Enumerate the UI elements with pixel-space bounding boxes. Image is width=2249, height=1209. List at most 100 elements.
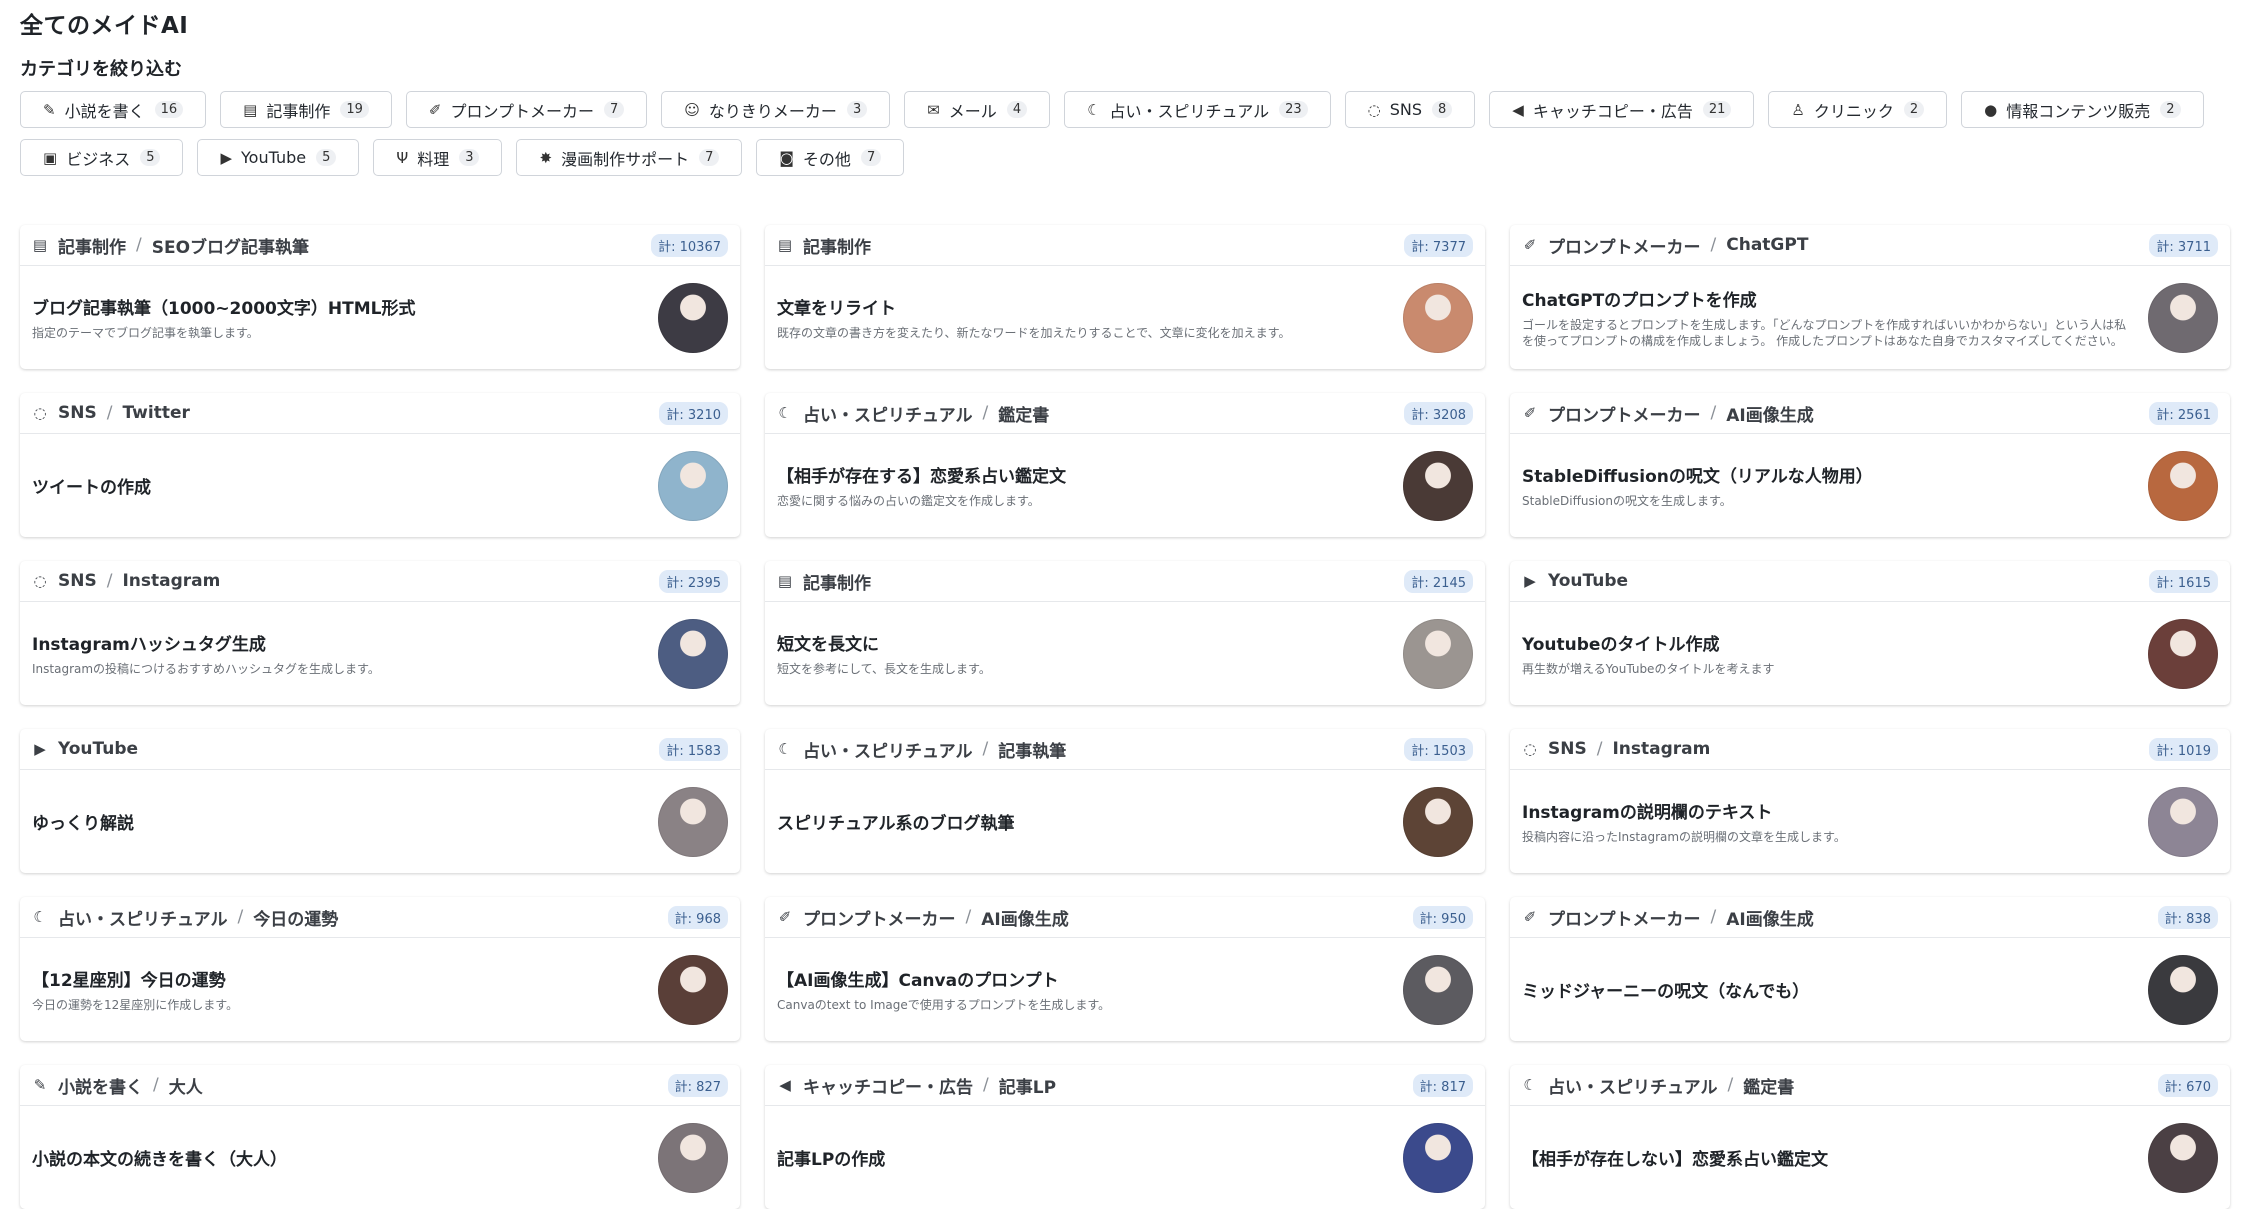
card-header: ▶ YouTube 計: 1583 — [20, 729, 740, 770]
doctor-icon: ♙ — [1791, 100, 1805, 119]
card-body: 記事LPの作成 — [765, 1106, 1485, 1209]
category-chip[interactable]: ♙ クリニック 2 — [1768, 91, 1948, 128]
maid-avatar — [1403, 786, 1473, 857]
card-header: ☾ 占い・スピリチュアル / 鑑定書 計: 3208 — [765, 393, 1485, 434]
category-separator: / — [153, 1075, 159, 1095]
youtube-icon: ▶ — [220, 148, 233, 167]
maid-ai-card[interactable]: ◌ SNS / Instagram 計: 1019 Instagramの説明欄のテキスト投… — [1510, 729, 2230, 873]
category-chip[interactable]: ☺ なりきりメーカー 3 — [661, 91, 891, 128]
category-chip-count: 3 — [459, 149, 480, 166]
maid-ai-card[interactable]: ✐ プロンプトメーカー / AI画像生成 計: 2561 StableDiffusionの… — [1510, 393, 2230, 537]
category-chip[interactable]: ◙ その他 7 — [756, 139, 905, 176]
maid-ai-card[interactable]: ✎ 小説を書く / 大人 計: 827 小説の本文の続きを書く（大人） — [20, 1065, 740, 1209]
category-separator: / — [136, 235, 142, 255]
megaphone-icon: ◀ — [779, 1076, 791, 1094]
card-header: ☾ 占い・スピリチュアル / 鑑定書 計: 670 — [1510, 1065, 2230, 1106]
maid-ai-card[interactable]: ▶ YouTube 計: 1615 Youtubeのタイトル作成 再生数が増えるYouT… — [1510, 561, 2230, 705]
category-chip-count: 2 — [2160, 101, 2181, 118]
category-chip[interactable]: ◀ キャッチコピー・広告 21 — [1489, 91, 1755, 128]
maid-ai-card[interactable]: ☾ 占い・スピリチュアル / 鑑定書 計: 3208 【相手が存在する】恋愛系占い鑑定文恋… — [765, 393, 1485, 537]
maid-ai-card[interactable]: ◌ SNS / Twitter 計: 3210 ツイートの作成 — [20, 393, 740, 537]
maid-ai-card[interactable]: ✐ プロンプトメーカー / ChatGPT 計: 3711 ChatGPTのプロンプトを作… — [1510, 225, 2230, 369]
card-header: ▤ 記事制作 計: 2145 — [765, 561, 1485, 602]
card-text: Youtubeのタイトル作成 再生数が増えるYouTubeのタイトルを考えます — [1522, 630, 2148, 677]
category-chip[interactable]: ▣ ビジネス 5 — [20, 139, 184, 176]
book-icon: ▤ — [777, 236, 793, 254]
card-subcategory: AI画像生成 — [981, 909, 1069, 930]
card-title: ゆっくり解説 — [32, 814, 134, 834]
card-text: ChatGPTのプロンプトを作成 ゴールを設定するとプロンプトを生成します。「どん… — [1522, 286, 2148, 349]
category-separator: / — [982, 739, 989, 759]
maid-avatar — [2148, 786, 2218, 857]
usage-count-badge: 計: 838 — [2157, 905, 2218, 929]
category-chip[interactable]: ▶ YouTube 5 — [197, 139, 360, 176]
maid-ai-card[interactable]: ◀ キャッチコピー・広告 / 記事LP 計: 817 記事LPの作成 — [765, 1065, 1485, 1209]
category-filter-row: ✎ 小説を書く 16 ▤ 記事制作 19 ✐ プロンプトメーカー 7 ☺ なりきりメーカー 3 … — [20, 91, 2230, 128]
book-icon: ▤ — [32, 236, 48, 254]
card-category: 占い・スピリチュアル — [1548, 1077, 1718, 1098]
maid-ai-card[interactable]: ▤ 記事制作 計: 2145 短文を長文に 短文を参考にして、長文を生成します。 — [765, 561, 1485, 705]
maid-ai-card[interactable]: ▶ YouTube 計: 1583 ゆっくり解説 — [20, 729, 740, 873]
card-description: 既存の文章の書き方を変えたり、新たなワードを加えたりすることで、文章に変化を加え… — [777, 326, 1291, 340]
card-title: 記事LPの作成 — [777, 1150, 886, 1170]
maid-ai-card[interactable]: ☾ 占い・スピリチュアル / 鑑定書 計: 670 【相手が存在しない】恋愛系占い鑑定文 — [1510, 1065, 2230, 1209]
card-header: ✎ 小説を書く / 大人 計: 827 — [20, 1065, 740, 1106]
category-chip[interactable]: ● 情報コンテンツ販売 2 — [1961, 91, 2204, 128]
category-chip[interactable]: ▤ 記事制作 19 — [220, 91, 392, 128]
speech-bubble-icon: ◌ — [1367, 100, 1381, 119]
card-text: ゆっくり解説 — [32, 809, 658, 834]
category-chip-count: 7 — [699, 149, 720, 166]
card-body: Instagramの説明欄のテキスト 投稿内容に沿ったInstagramの説明欄の… — [1510, 770, 2230, 873]
category-separator: / — [106, 571, 113, 591]
maid-ai-card[interactable]: ✐ プロンプトメーカー / AI画像生成 計: 838 ミッドジャーニーの呪文（なんでも） — [1510, 897, 2230, 1041]
maid-ai-card[interactable]: ▤ 記事制作 計: 7377 文章をリライト 既存の文章の書き方を変えたり、新たなワード… — [765, 225, 1485, 369]
card-description: Canvaのtext to Imageで使用するプロンプトを生成します。 — [777, 998, 1111, 1012]
card-subcategory: Twitter — [122, 403, 190, 423]
category-separator: / — [965, 907, 972, 927]
card-description: 指定のテーマでブログ記事を執筆します。 — [32, 326, 259, 340]
card-body: 【AI画像生成】Canvaのプロンプト Canvaのtext to Imageで使… — [765, 938, 1485, 1041]
card-category: SNS — [58, 403, 97, 423]
maid-ai-card[interactable]: ✐ プロンプトメーカー / AI画像生成 計: 950 【AI画像生成】Canvaのプロン… — [765, 897, 1485, 1041]
card-subcategory: AI画像生成 — [1726, 405, 1814, 426]
maid-ai-card[interactable]: ☾ 占い・スピリチュアル / 今日の運勢 計: 968 【12星座別】今日の運勢 今日の運勢… — [20, 897, 740, 1041]
category-chip[interactable]: ✐ プロンプトメーカー 7 — [405, 91, 648, 128]
category-chip[interactable]: ✉ メール 4 — [904, 91, 1051, 128]
card-header: ☾ 占い・スピリチュアル / 今日の運勢 計: 968 — [20, 897, 740, 938]
card-header: ✐ プロンプトメーカー / ChatGPT 計: 3711 — [1510, 225, 2230, 266]
card-description: ゴールを設定するとプロンプトを生成します。「どんなプロンプトを作成すればいいかわ… — [1522, 318, 2127, 348]
card-text: 文章をリライト 既存の文章の書き方を変えたり、新たなワードを加えたりすることで、文… — [777, 294, 1403, 341]
category-chip[interactable]: ◌ SNS 8 — [1344, 91, 1476, 128]
maid-ai-card[interactable]: ☾ 占い・スピリチュアル / 記事執筆 計: 1503 スピリチュアル系のブログ執筆 — [765, 729, 1485, 873]
card-header: ☾ 占い・スピリチュアル / 記事執筆 計: 1503 — [765, 729, 1485, 770]
category-chip-count: 21 — [1702, 101, 1732, 118]
briefcase-icon: ▣ — [43, 148, 58, 167]
speech-bubble-icon: ◌ — [33, 572, 47, 590]
maid-ai-card[interactable]: ◌ SNS / Instagram 計: 2395 Instagramハッシュタグ生成 In… — [20, 561, 740, 705]
card-title: Instagramの説明欄のテキスト — [1522, 803, 1773, 823]
pen-icon: ✎ — [33, 1076, 47, 1094]
category-chip-label: その他 — [802, 149, 851, 169]
category-chip[interactable]: ✎ 小説を書く 16 — [20, 91, 207, 128]
maid-avatar — [658, 618, 728, 689]
category-chip-count: 16 — [154, 101, 184, 118]
maid-avatar — [2148, 618, 2218, 689]
card-category: 記事制作 — [803, 237, 871, 258]
page-title: 全てのメイドAI — [20, 13, 189, 39]
maid-ai-card[interactable]: ▤ 記事制作 / SEOブログ記事執筆 計: 10367 ブログ記事執筆（1000~200… — [20, 225, 740, 369]
category-chip[interactable]: ☾ 占い・スピリチュアル 23 — [1064, 91, 1331, 128]
category-chip[interactable]: ✸ 漫画制作サポート 7 — [516, 139, 743, 176]
category-chip-count: 3 — [846, 101, 868, 118]
card-title: ミッドジャーニーの呪文（なんでも） — [1522, 982, 1810, 1002]
usage-count-badge: 計: 3711 — [2149, 233, 2218, 257]
speech-bubble-icon: ◌ — [33, 404, 47, 422]
card-title: 【相手が存在しない】恋愛系占い鑑定文 — [1522, 1150, 1828, 1170]
card-description: StableDiffusionの呪文を生成します。 — [1522, 494, 1732, 508]
category-separator: / — [1727, 1075, 1734, 1095]
category-separator: / — [237, 907, 244, 927]
category-chip[interactable]: Ψ 料理 3 — [373, 139, 503, 176]
card-text: 【相手が存在する】恋愛系占い鑑定文 恋愛に関する悩みの占いの鑑定文を作成します。 — [777, 462, 1403, 509]
maid-avatar — [658, 954, 728, 1025]
card-category: 記事制作 — [803, 573, 871, 594]
card-subcategory: 鑑定書 — [998, 405, 1050, 426]
